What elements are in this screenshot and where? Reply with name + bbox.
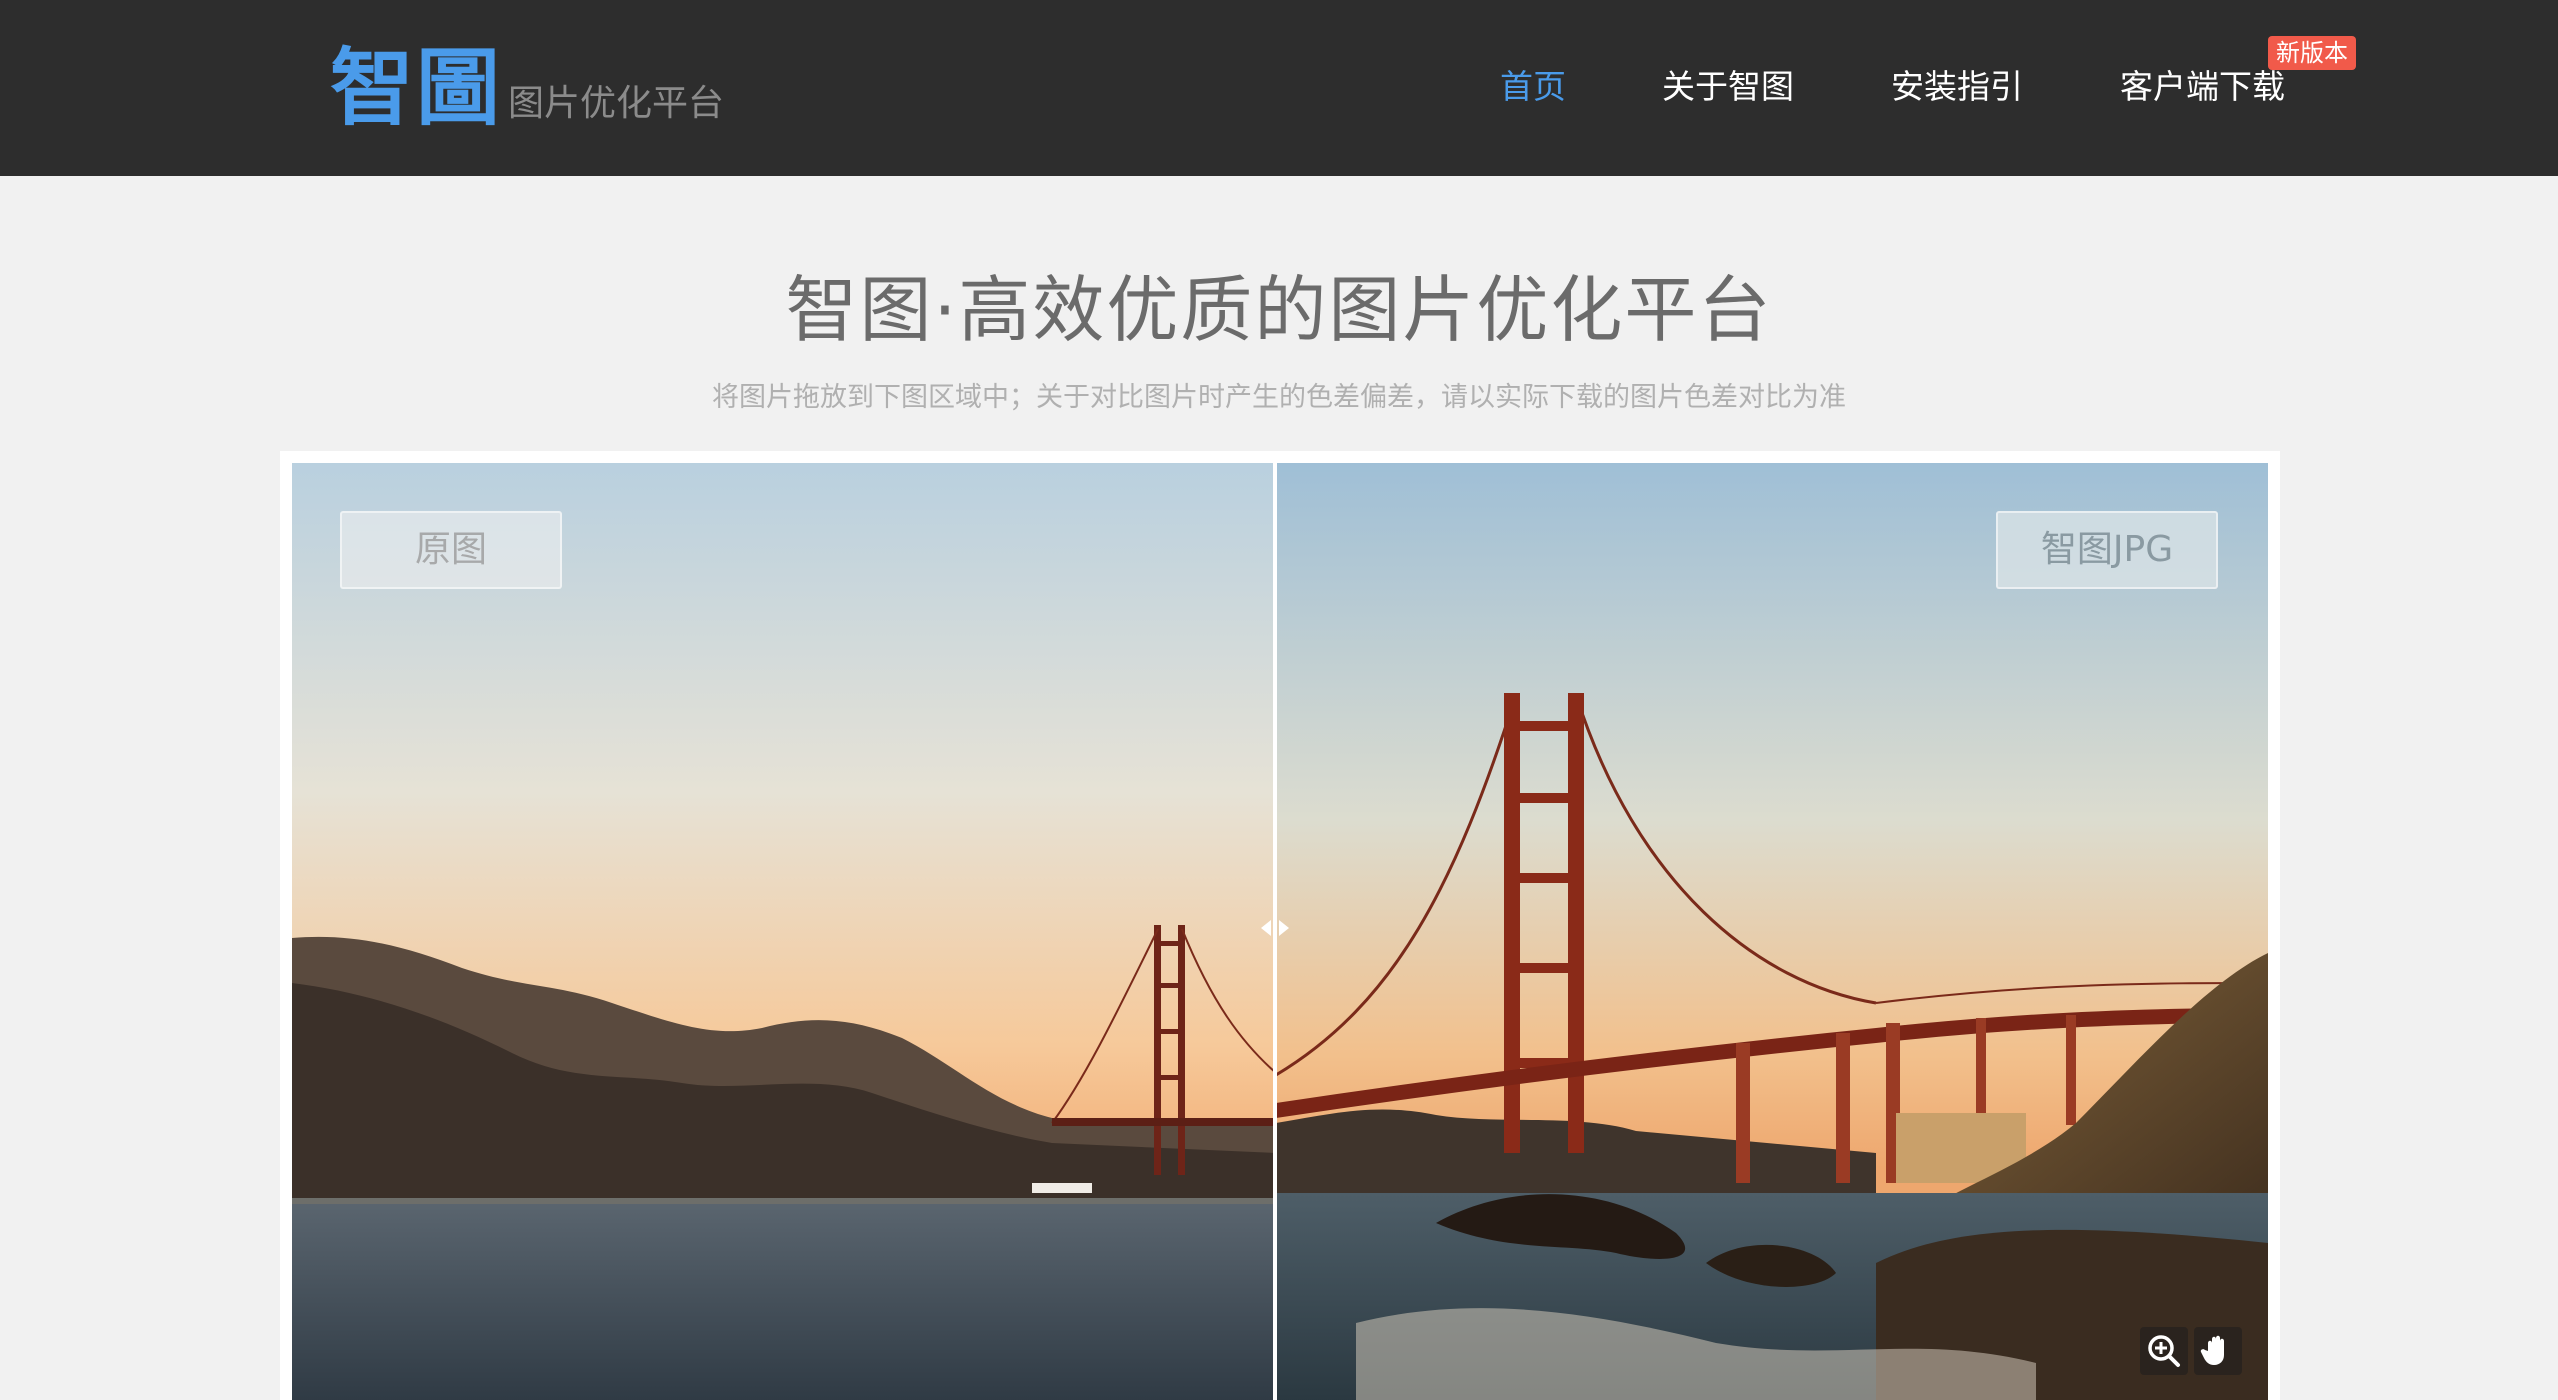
new-version-badge: 新版本	[2268, 36, 2356, 70]
image-compare-frame: 原图 智图JPG	[280, 451, 2280, 1400]
nav-home[interactable]: 首页	[1500, 60, 1566, 114]
hand-drag-button[interactable]	[2194, 1327, 2242, 1375]
original-label-button[interactable]: 原图	[340, 511, 562, 589]
compare-drag-handle[interactable]	[1255, 913, 1295, 943]
page-subtitle: 将图片拖放到下图区域中；关于对比图片时产生的色差偏差，请以实际下载的图片色差对比…	[712, 382, 1846, 413]
format-select-button[interactable]: 智图JPG	[1996, 511, 2218, 589]
site-logo[interactable]: 智圖	[330, 40, 502, 136]
image-drop-area[interactable]: 原图 智图JPG	[292, 463, 2268, 1400]
zoom-in-button[interactable]	[2140, 1327, 2188, 1375]
logo-subtitle: 图片优化平台	[508, 83, 725, 124]
nav-client-download[interactable]: 客户端下载	[2120, 60, 2285, 114]
page-title: 智图·高效优质的图片优化平台	[785, 268, 1773, 352]
nav-about[interactable]: 关于智图	[1662, 60, 1794, 114]
top-header: 智圖 图片优化平台 首页 关于智图 安装指引 客户端下载 新版本	[0, 0, 2558, 176]
zoom-in-icon	[2148, 1335, 2180, 1367]
original-image	[292, 463, 1276, 1400]
nav-install-guide[interactable]: 安装指引	[1891, 60, 2023, 114]
optimized-image	[1276, 463, 2268, 1400]
hand-drag-icon	[2200, 1335, 2224, 1365]
